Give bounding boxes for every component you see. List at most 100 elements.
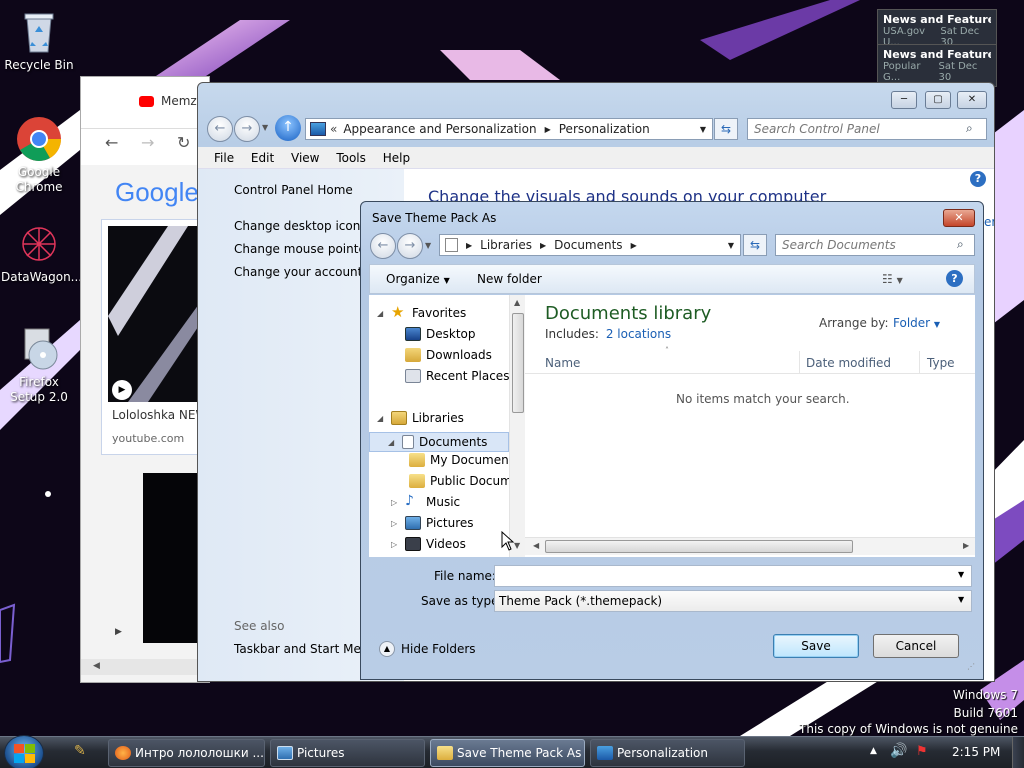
breadcrumb-appearance[interactable]: Appearance and Personalization — [343, 122, 536, 136]
collapse-arrow-icon[interactable]: ◢ — [377, 309, 385, 318]
right-edge-link[interactable]: er — [984, 215, 994, 229]
save-as-type-select[interactable]: Theme Pack (*.themepack) — [494, 590, 972, 612]
show-hidden-icons-icon[interactable]: ▲ — [870, 746, 877, 756]
expand-arrow-icon[interactable]: ▷ — [391, 519, 399, 528]
resize-grip-icon[interactable]: ⋰ — [967, 662, 975, 671]
collapse-arrow-icon[interactable]: ◢ — [377, 414, 385, 423]
maximize-button[interactable]: ▢ — [925, 91, 951, 109]
file-name-dropdown-icon[interactable]: ▼ — [958, 570, 964, 579]
horizontal-scrollbar[interactable]: ◀ ▶ — [525, 537, 975, 555]
organize-button[interactable]: Organize ▼ — [386, 272, 450, 286]
dialog-close-button[interactable]: ✕ — [943, 209, 975, 227]
play-icon[interactable]: ▶ — [112, 380, 132, 400]
scroll-right-icon[interactable]: ▶ — [963, 541, 969, 550]
start-button[interactable] — [4, 735, 44, 768]
up-button[interactable]: ↑ — [275, 115, 301, 141]
collapse-arrow-icon[interactable]: ◢ — [388, 438, 396, 447]
expand-arrow-icon[interactable]: ▷ — [391, 498, 399, 507]
tree-item-recent-places[interactable]: Recent Places — [391, 369, 509, 383]
taskbar-item-save-theme[interactable]: Save Theme Pack As — [430, 739, 585, 767]
horizontal-scrollbar[interactable]: ◀ — [81, 659, 209, 675]
address-bar[interactable]: « Appearance and Personalization ▶ Perso… — [305, 118, 713, 140]
column-type[interactable]: Type — [927, 356, 955, 370]
help-icon[interactable]: ? — [946, 270, 963, 287]
navigation-pane[interactable]: ◢ ★ Favorites Desktop Downloads Recent Pla… — [369, 295, 525, 557]
scroll-left-icon[interactable]: ◀ — [533, 541, 539, 550]
taskbar-item-pictures[interactable]: Pictures — [270, 739, 425, 767]
link-taskbar-start-menu[interactable]: Taskbar and Start Menu — [234, 642, 376, 656]
hide-folders-button[interactable]: ▲ Hide Folders — [379, 641, 476, 657]
file-list-pane[interactable]: Documents library Includes: 2 locations … — [525, 295, 975, 557]
desktop-icon-recycle-bin[interactable]: Recycle Bin — [1, 8, 77, 73]
save-theme-dialog[interactable]: Save Theme Pack As ✕ ← → ▼ ▶ Libraries ▶… — [360, 201, 984, 680]
tree-item-desktop[interactable]: Desktop — [391, 327, 476, 341]
column-date-modified[interactable]: Date modified — [806, 356, 891, 370]
search-icon[interactable]: ⌕ — [966, 121, 973, 136]
tree-item-pictures[interactable]: ▷ Pictures — [391, 516, 474, 530]
forward-button[interactable]: → — [234, 116, 260, 142]
back-button[interactable]: ← — [370, 233, 396, 259]
taskbar-item-personalization[interactable]: Personalization — [590, 739, 745, 767]
tree-item-documents[interactable]: ◢ Documents — [369, 432, 509, 452]
back-button[interactable]: ← — [207, 116, 233, 142]
address-dropdown-icon[interactable]: ▼ — [728, 241, 734, 250]
search-icon[interactable]: ⌕ — [957, 237, 964, 252]
breadcrumb-personalization[interactable]: Personalization — [559, 122, 650, 136]
clock[interactable]: 2:15 PM — [952, 745, 1000, 759]
show-desktop-button[interactable] — [1012, 737, 1024, 768]
forward-button[interactable]: → — [397, 233, 423, 259]
close-button[interactable]: ✕ — [957, 91, 987, 109]
scrollbar-thumb[interactable] — [545, 540, 853, 553]
video-title[interactable]: Lololoshka NEW — [112, 408, 207, 422]
news-notification[interactable]: News and Feature... Popular G... Sat Dec … — [877, 44, 997, 87]
desktop-icon-datawagon[interactable]: DataWagon... — [1, 220, 82, 285]
refresh-button[interactable]: ⇆ — [743, 234, 767, 256]
recent-pages-dropdown-icon[interactable]: ▼ — [262, 123, 268, 132]
address-dropdown-icon[interactable]: ▼ — [700, 125, 706, 134]
tree-item-favorites[interactable]: ◢ ★ Favorites — [377, 305, 466, 321]
forward-arrow-icon[interactable]: → — [141, 133, 154, 152]
video-card[interactable]: ▶ Lololoshka NEW youtube.com — [101, 219, 209, 455]
sidebar-link-control-panel-home[interactable]: Control Panel Home — [234, 183, 353, 197]
pinned-app-icon[interactable]: ✎ — [74, 743, 86, 759]
view-options-icon[interactable]: ☷ ▼ — [882, 272, 903, 286]
back-arrow-icon[interactable]: ← — [105, 133, 118, 152]
navigation-pane-scrollbar[interactable]: ▲ ▼ — [509, 295, 525, 557]
sidebar-link-mouse-pointers[interactable]: Change mouse pointers — [234, 242, 377, 256]
action-center-flag-icon[interactable]: ⚑ — [916, 744, 928, 759]
sidebar-link-desktop-icons[interactable]: Change desktop icons — [234, 219, 367, 233]
tree-item-music[interactable]: ▷ ♪ Music — [391, 494, 460, 509]
breadcrumb-documents[interactable]: Documents — [554, 238, 622, 252]
sidebar-link-account-picture[interactable]: Change your account pi — [234, 265, 377, 279]
breadcrumb-libraries[interactable]: Libraries — [480, 238, 532, 252]
menu-tools[interactable]: Tools — [336, 151, 366, 165]
expand-arrow-icon[interactable]: ▷ — [391, 540, 399, 549]
search-documents-input[interactable]: Search Documents — [775, 234, 975, 256]
includes-locations-link[interactable]: 2 locations — [606, 327, 671, 341]
minimize-button[interactable]: ─ — [891, 91, 917, 109]
dialog-address-bar[interactable]: ▶ Libraries ▶ Documents ▶ ▼ — [439, 234, 741, 256]
chrome-window[interactable]: Memz... ← → ↻ Google ▶ Lololoshka NEW yo… — [80, 76, 210, 683]
desktop-icon-google-chrome[interactable]: Google Chrome — [1, 115, 77, 195]
tree-item-public-documents[interactable]: Public Docume — [409, 474, 519, 488]
recent-pages-dropdown-icon[interactable]: ▼ — [425, 241, 431, 250]
scroll-up-icon[interactable]: ▲ — [514, 298, 520, 307]
save-as-type-dropdown-icon[interactable]: ▼ — [958, 595, 964, 604]
menu-view[interactable]: View — [291, 151, 319, 165]
scrollbar-thumb[interactable] — [512, 313, 524, 413]
tree-item-my-documents[interactable]: My Documents — [409, 453, 520, 467]
tree-item-videos[interactable]: ▷ Videos — [391, 537, 466, 551]
help-icon[interactable]: ? — [970, 171, 986, 187]
new-folder-button[interactable]: New folder — [477, 272, 542, 286]
desktop-icon-firefox-setup[interactable]: Firefox Setup 2.0 — [1, 325, 77, 405]
tree-item-downloads[interactable]: Downloads — [391, 348, 492, 362]
volume-icon[interactable]: 🔊 — [890, 743, 907, 759]
play-icon[interactable]: ▶ — [115, 627, 122, 637]
column-name[interactable]: Name — [545, 356, 580, 370]
cancel-button[interactable]: Cancel — [873, 634, 959, 658]
reload-icon[interactable]: ↻ — [177, 133, 190, 152]
file-name-input[interactable] — [494, 565, 972, 587]
scroll-left-icon[interactable]: ◀ — [93, 661, 100, 671]
search-control-panel-input[interactable]: Search Control Panel — [747, 118, 987, 140]
refresh-button[interactable]: ⇆ — [714, 118, 738, 140]
